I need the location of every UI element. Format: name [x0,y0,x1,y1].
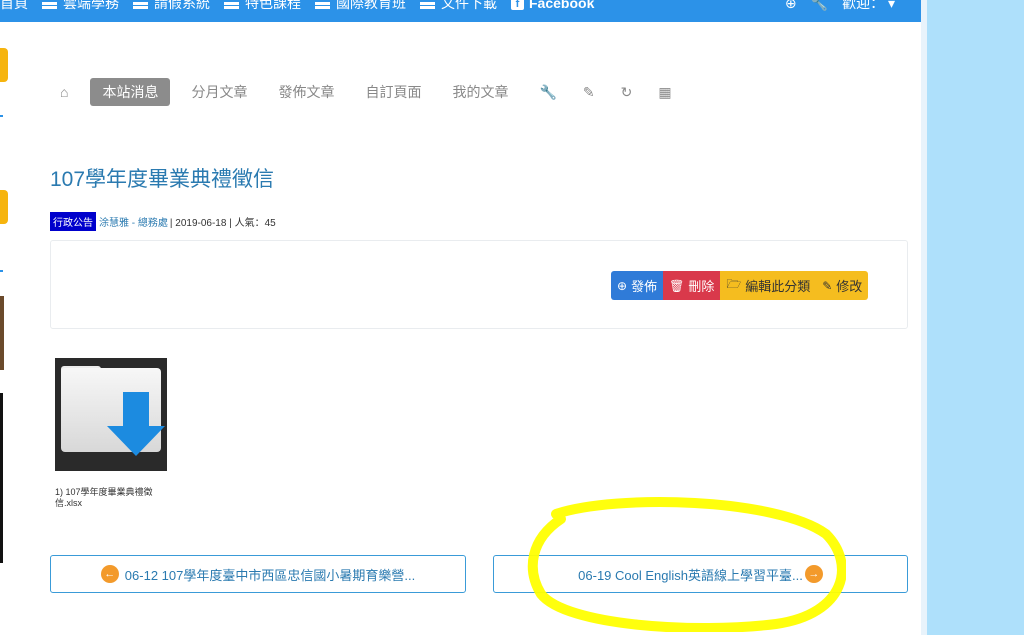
grid-icon[interactable]: ▦ [658,84,671,101]
nav-home-label: 首頁 [0,0,28,11]
blog-tabs: ⌂ 本站消息 分月文章 發佈文章 自訂頁面 我的文章 🔧 ✎ ↻ ▦ [60,78,698,106]
nav-international[interactable]: 國際教育班 [315,0,406,13]
nav-facebook[interactable]: f Facebook [511,0,594,11]
attachment-filename[interactable]: 1) 107學年度畢業典禮徵信.xlsx [55,487,173,509]
tab-monthly[interactable]: 分月文章 [191,82,247,102]
meta-info: | 2019-06-18 | 人氣：45 [169,218,276,229]
category-badge[interactable]: 行政公告 [50,212,96,231]
list-icon [42,0,57,9]
home-icon[interactable]: ⌂ [60,84,68,100]
left-edge-tab[interactable] [0,48,8,82]
top-navbar: 首頁 雲端學務 請假系統 特色課程 國際教育班 文件下載 f Facebook ⊕… [0,0,921,22]
prev-article-label: 06-12 107學年度臺中市西區忠信國小暑期育樂營... [124,567,416,583]
left-edge-tab[interactable] [0,190,8,224]
prev-article-button[interactable]: ← 06-12 107學年度臺中市西區忠信國小暑期育樂營... [50,555,466,593]
left-edge-mark [0,270,3,272]
nav-leave-label: 請假系統 [154,0,210,11]
nav-home[interactable]: 首頁 [0,0,28,13]
next-article-button[interactable]: 06-19 Cool English英語線上學習平臺... → [493,555,908,593]
left-edge-image [0,393,3,563]
action-buttons: ⊕ 發佈 🗑 刪除 🗁 編輯此分類 ✎ 修改 [611,271,869,300]
next-article-label: 06-19 Cool English英語線上學習平臺... [578,567,803,583]
list-icon [224,0,239,9]
edit-category-button[interactable]: 🗁 編輯此分類 [720,271,817,300]
arrow-right-circle-icon: → [804,565,823,583]
tab-site-news[interactable]: 本站消息 [90,78,171,106]
delete-button[interactable]: 🗑 刪除 [663,271,721,300]
download-arrow-icon [123,392,149,428]
left-edge-image [0,296,4,370]
pane-divider [921,0,927,635]
tab-custom-page[interactable]: 自訂頁面 [365,82,421,102]
navbar-right: ⊕ 🔧 歡迎： ▾ [771,0,895,13]
nav-special-courses[interactable]: 特色課程 [224,0,301,13]
article-meta: 行政公告 涂慧雅 - 總務處 | 2019-06-18 | 人氣：45 [50,212,276,231]
list-icon [315,0,330,9]
edit-label: 修改 [836,279,863,294]
wrench-icon[interactable]: 🔧 [811,0,828,12]
attachment-thumbnail[interactable] [55,358,167,471]
facebook-icon: f [511,0,524,10]
plus-circle-icon: ⊕ [617,278,628,293]
tab-publish[interactable]: 發佈文章 [278,82,334,102]
edit-category-label: 編輯此分類 [745,279,811,294]
download-arrow-icon [107,426,165,456]
welcome-label: 歡迎： [842,0,885,11]
caret-down-icon: ▾ [887,0,895,11]
right-pane [921,0,1024,635]
nav-courses-label: 特色課程 [245,0,301,11]
nav-leave-system[interactable]: 請假系統 [133,0,210,13]
welcome-menu[interactable]: 歡迎： ▾ [842,0,895,13]
tab-my-articles[interactable]: 我的文章 [452,82,508,102]
nav-academic-label: 雲端學務 [63,0,119,11]
publish-button[interactable]: ⊕ 發佈 [611,271,664,300]
list-icon [133,0,148,9]
plus-circle-icon[interactable]: ⊕ [785,0,797,12]
navbar-items: 首頁 雲端學務 請假系統 特色課程 國際教育班 文件下載 f Facebook [0,0,608,13]
trash-icon: 🗑 [669,278,685,293]
arrow-left-circle-icon: ← [100,565,119,583]
nav-downloads-label: 文件下載 [441,0,497,11]
nav-downloads[interactable]: 文件下載 [420,0,497,13]
folder-open-icon: 🗁 [726,277,742,291]
list-icon [420,0,435,9]
delete-label: 刪除 [688,279,715,294]
nav-academic[interactable]: 雲端學務 [42,0,119,13]
edit-icon[interactable]: ✎ [583,84,595,101]
edit-button[interactable]: ✎ 修改 [816,271,869,300]
author-link[interactable]: 涂慧雅 - 總務處 [99,214,168,229]
left-edge-mark [0,115,3,117]
wrench-icon[interactable]: 🔧 [539,84,556,101]
nav-facebook-label: Facebook [529,0,595,11]
nav-international-label: 國際教育班 [336,0,406,11]
article-title: 107學年度畢業典禮徵信 [50,168,275,191]
publish-label: 發佈 [631,279,658,294]
pencil-icon: ✎ [822,278,833,293]
refresh-icon[interactable]: ↻ [621,84,633,101]
